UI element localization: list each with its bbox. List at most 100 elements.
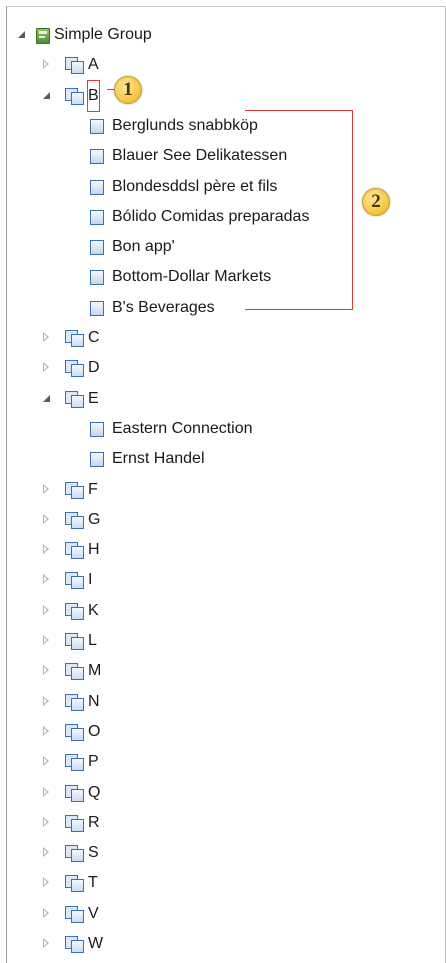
tree-group-row[interactable]: B bbox=[7, 79, 445, 112]
tree-group-label[interactable]: F bbox=[88, 475, 98, 505]
tree-leaf-row[interactable]: Ernst Handel bbox=[7, 444, 445, 474]
tree-group-label[interactable]: O bbox=[88, 717, 100, 747]
tree-group-row[interactable]: V bbox=[7, 899, 445, 929]
tree-group-row[interactable]: M bbox=[7, 656, 445, 686]
tree-group-label[interactable]: A bbox=[88, 50, 99, 80]
tree-group-row[interactable]: F bbox=[7, 475, 445, 505]
tree-group-label[interactable]: C bbox=[88, 323, 100, 353]
tree-group-row[interactable]: T bbox=[7, 868, 445, 898]
tree-group-label[interactable]: Q bbox=[88, 778, 100, 808]
item-icon bbox=[90, 179, 104, 195]
tree-leaf-row[interactable]: Eastern Connection bbox=[7, 414, 445, 444]
tree-group-label[interactable]: R bbox=[88, 808, 100, 838]
tree-group-label[interactable]: H bbox=[88, 535, 100, 565]
tree-group-row[interactable]: O bbox=[7, 717, 445, 747]
tree-leaf-label[interactable]: Berglunds snabbköp bbox=[112, 111, 258, 141]
item-icon bbox=[90, 421, 104, 437]
tree-group-row[interactable]: L bbox=[7, 626, 445, 656]
collapse-triangle-icon[interactable] bbox=[43, 483, 49, 494]
tree-leaf-label[interactable]: Ernst Handel bbox=[112, 444, 205, 474]
folder-group-icon bbox=[65, 814, 84, 832]
tree-group-row[interactable]: G bbox=[7, 505, 445, 535]
item-icon bbox=[90, 209, 104, 225]
tree-leaf-row[interactable]: B's Beverages bbox=[7, 293, 445, 323]
tree-group-row[interactable]: H bbox=[7, 535, 445, 565]
tree-leaf-label[interactable]: Eastern Connection bbox=[112, 414, 253, 444]
folder-group-icon bbox=[65, 693, 84, 711]
folder-group-icon bbox=[65, 390, 84, 408]
tree-group-label[interactable]: K bbox=[88, 596, 99, 626]
folder-group-icon bbox=[65, 784, 84, 802]
tree-leaf-label[interactable]: B's Beverages bbox=[112, 293, 215, 323]
collapse-triangle-icon[interactable] bbox=[43, 635, 49, 645]
tree-group-row[interactable]: P bbox=[7, 747, 445, 777]
tree-leaf-row[interactable]: Berglunds snabbköp bbox=[7, 111, 445, 141]
tree-group-row[interactable]: D bbox=[7, 353, 445, 383]
collapse-triangle-icon[interactable] bbox=[43, 877, 49, 888]
collapse-triangle-icon[interactable] bbox=[43, 513, 49, 524]
tree-group-label[interactable]: M bbox=[88, 656, 101, 686]
item-icon bbox=[90, 240, 104, 256]
tree-group-row[interactable]: C bbox=[7, 323, 445, 353]
tree-group-label[interactable]: S bbox=[88, 838, 99, 868]
tree-leaf-label[interactable]: Bon app' bbox=[112, 232, 175, 262]
tree-group-row[interactable]: I bbox=[7, 565, 445, 595]
tree-group-label[interactable]: V bbox=[88, 899, 99, 929]
tree-group-label[interactable]: D bbox=[88, 353, 100, 383]
folder-group-icon bbox=[65, 542, 84, 560]
expand-triangle-icon[interactable] bbox=[18, 31, 25, 38]
item-icon bbox=[90, 270, 104, 286]
tree-group-label[interactable]: T bbox=[88, 868, 98, 898]
tree-group-row[interactable]: E bbox=[7, 384, 445, 414]
tree-group-label[interactable]: W bbox=[88, 929, 103, 959]
folder-group-icon bbox=[65, 602, 84, 620]
collapse-triangle-icon[interactable] bbox=[43, 332, 49, 342]
folder-group-icon bbox=[65, 845, 84, 863]
tree-group-row[interactable]: W bbox=[7, 929, 445, 959]
collapse-triangle-icon[interactable] bbox=[43, 574, 49, 585]
tree-leaf-row[interactable]: Blauer See Delikatessen bbox=[7, 141, 445, 171]
folder-group-icon bbox=[65, 360, 84, 378]
collapse-triangle-icon[interactable] bbox=[43, 816, 49, 827]
collapse-triangle-icon[interactable] bbox=[43, 725, 49, 736]
folder-group-icon bbox=[65, 330, 84, 347]
tree-group-row[interactable]: A bbox=[7, 50, 445, 80]
tree-group-row[interactable]: R bbox=[7, 808, 445, 838]
collapse-triangle-icon[interactable] bbox=[43, 604, 49, 615]
tree-group-label[interactable]: I bbox=[88, 565, 92, 595]
tree-view: Simple Group A B Berglunds snabbköp Blauer S… bbox=[7, 7, 445, 963]
collapse-triangle-icon[interactable] bbox=[43, 938, 49, 948]
tree-group-label[interactable]: N bbox=[88, 687, 100, 717]
tree-group-label[interactable]: B bbox=[87, 79, 100, 112]
tree-leaf-row[interactable]: Bottom-Dollar Markets bbox=[7, 262, 445, 292]
tree-group-label[interactable]: G bbox=[88, 505, 100, 535]
collapse-triangle-icon[interactable] bbox=[43, 756, 49, 767]
tree-group-label[interactable]: P bbox=[88, 747, 99, 777]
expand-triangle-icon[interactable] bbox=[43, 91, 50, 99]
expand-triangle-icon[interactable] bbox=[43, 394, 50, 402]
collapse-triangle-icon[interactable] bbox=[43, 59, 49, 70]
tree-group-row[interactable]: N bbox=[7, 687, 445, 717]
annotation-bracket-2 bbox=[245, 110, 353, 310]
folder-group-icon bbox=[65, 754, 84, 772]
collapse-triangle-icon[interactable] bbox=[43, 907, 49, 918]
tree-group-row[interactable]: Q bbox=[7, 778, 445, 808]
tree-leaf-row[interactable]: Bon app' bbox=[7, 232, 445, 262]
collapse-triangle-icon[interactable] bbox=[43, 695, 49, 706]
collapse-triangle-icon[interactable] bbox=[43, 847, 49, 858]
tree-root-label[interactable]: Simple Group bbox=[54, 20, 152, 50]
tree-group-label[interactable]: E bbox=[88, 384, 99, 414]
tree-group-row[interactable]: S bbox=[7, 838, 445, 868]
folder-group-icon bbox=[65, 663, 84, 681]
collapse-triangle-icon[interactable] bbox=[43, 544, 49, 555]
tree-group-label[interactable]: L bbox=[88, 626, 97, 656]
tree-group-row[interactable]: K bbox=[7, 596, 445, 626]
item-icon bbox=[90, 149, 104, 165]
collapse-triangle-icon[interactable] bbox=[43, 786, 49, 797]
collapse-triangle-icon[interactable] bbox=[43, 362, 49, 373]
tree-root-row[interactable]: Simple Group bbox=[7, 20, 445, 50]
callout-badge-1: 1 bbox=[114, 76, 142, 104]
collapse-triangle-icon[interactable] bbox=[43, 665, 49, 676]
folder-group-icon bbox=[65, 57, 84, 75]
group-book-icon bbox=[36, 28, 50, 44]
